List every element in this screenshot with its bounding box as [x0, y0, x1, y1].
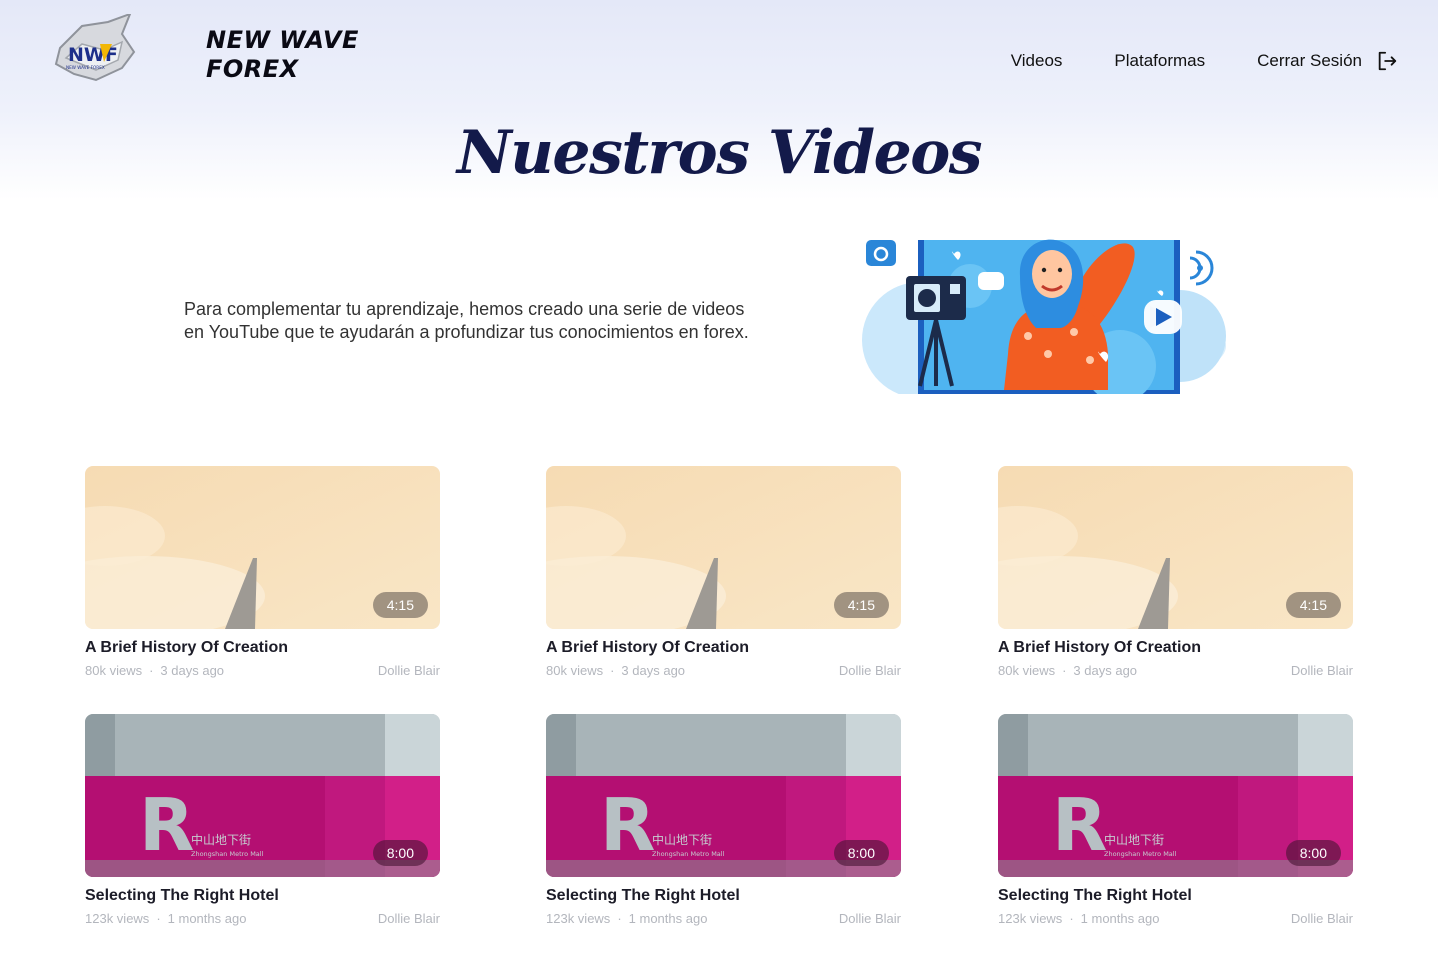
duration-badge: 8:00	[1285, 840, 1341, 866]
thumb-en: Zhongshan Metro Mall	[1104, 850, 1177, 858]
video-title[interactable]: Selecting The Right Hotel	[85, 887, 440, 905]
video-card[interactable]: R 中山地下街 Zhongshan Metro Mall 8:00 Selecti…	[546, 714, 901, 926]
upload-age: 3 days ago	[621, 663, 686, 678]
video-thumbnail[interactable]: 4:15	[546, 466, 901, 629]
separator-dot: ·	[610, 663, 615, 678]
upload-age: 1 months ago	[167, 911, 247, 926]
video-meta: 123k views · 1 months ago Dollie Blair	[998, 911, 1353, 926]
video-author[interactable]: Dollie Blair	[1291, 911, 1353, 926]
brand-logo[interactable]: NWF NEW WAVE FOREX	[52, 12, 138, 84]
video-thumbnail[interactable]: R 中山地下街 Zhongshan Metro Mall 8:00	[998, 714, 1353, 877]
logout-label: Cerrar Sesión	[1257, 51, 1362, 70]
video-card[interactable]: 4:15 A Brief History Of Creation 80k views…	[546, 466, 901, 678]
video-meta: 80k views · 3 days ago Dollie Blair	[85, 663, 440, 678]
view-count: 123k views	[998, 911, 1063, 926]
page-title: Nuestros Videos	[456, 118, 983, 188]
duration-badge: 8:00	[833, 840, 889, 866]
duration-badge: 4:15	[372, 592, 428, 618]
video-title[interactable]: A Brief History Of Creation	[85, 639, 440, 657]
video-meta: 123k views · 1 months ago Dollie Blair	[546, 911, 901, 926]
duration-badge: 4:15	[1285, 592, 1341, 618]
video-thumbnail[interactable]: R 中山地下街 Zhongshan Metro Mall 8:00	[546, 714, 901, 877]
separator-dot: ·	[156, 911, 161, 926]
view-count: 80k views	[85, 663, 143, 678]
view-count: 123k views	[85, 911, 150, 926]
intro-line-1: Para complementar tu aprendizaje, hemos …	[184, 299, 745, 319]
nav-videos[interactable]: Videos	[1011, 51, 1063, 71]
video-title[interactable]: A Brief History Of Creation	[998, 639, 1353, 657]
video-stats: 80k views · 3 days ago	[998, 663, 1137, 678]
thumb-letter: R	[139, 783, 194, 867]
video-card[interactable]: 4:15 A Brief History Of Creation 80k views…	[998, 466, 1353, 678]
thumb-cn: 中山地下街	[191, 832, 251, 847]
video-author[interactable]: Dollie Blair	[839, 911, 901, 926]
brand-line-1: NEW WAVE	[206, 26, 359, 54]
thumb-en: Zhongshan Metro Mall	[191, 850, 264, 858]
video-title[interactable]: Selecting The Right Hotel	[546, 887, 901, 905]
thumb-letter: R	[1052, 783, 1107, 867]
video-title[interactable]: Selecting The Right Hotel	[998, 887, 1353, 905]
video-card[interactable]: R 中山地下街 Zhongshan Metro Mall 8:00 Selecti…	[998, 714, 1353, 926]
video-thumbnail[interactable]: 4:15	[85, 466, 440, 629]
separator-dot: ·	[1069, 911, 1074, 926]
video-stats: 123k views · 1 months ago	[998, 911, 1159, 926]
video-stats: 80k views · 3 days ago	[546, 663, 685, 678]
logout-icon	[1378, 51, 1397, 71]
separator-dot: ·	[617, 911, 622, 926]
video-author[interactable]: Dollie Blair	[378, 663, 440, 678]
upload-age: 3 days ago	[160, 663, 225, 678]
view-count: 80k views	[546, 663, 604, 678]
site-header: NWF NEW WAVE FOREX NEW WAVE FOREX Videos…	[0, 0, 1438, 110]
video-author[interactable]: Dollie Blair	[378, 911, 440, 926]
video-stats: 123k views · 1 months ago	[85, 911, 246, 926]
thumb-cn: 中山地下街	[1104, 832, 1164, 847]
main-nav: Videos Plataformas Cerrar Sesión	[1011, 48, 1398, 74]
video-thumbnail[interactable]: 4:15	[998, 466, 1353, 629]
brand-name[interactable]: NEW WAVE FOREX	[206, 26, 359, 84]
intro-text: Para complementar tu aprendizaje, hemos …	[184, 298, 804, 344]
logo-subtext: NEW WAVE FOREX	[66, 65, 105, 70]
video-meta: 80k views · 3 days ago Dollie Blair	[546, 663, 901, 678]
nav-platforms[interactable]: Plataformas	[1114, 51, 1205, 71]
logout-button[interactable]: Cerrar Sesión	[1257, 50, 1398, 72]
video-meta: 80k views · 3 days ago Dollie Blair	[998, 663, 1353, 678]
upload-age: 1 months ago	[628, 911, 708, 926]
video-stats: 123k views · 1 months ago	[546, 911, 707, 926]
video-title[interactable]: A Brief History Of Creation	[546, 639, 901, 657]
view-count: 80k views	[998, 663, 1056, 678]
thumb-letter: R	[600, 783, 655, 867]
thumb-en: Zhongshan Metro Mall	[652, 850, 725, 858]
video-card[interactable]: R 中山地下街 Zhongshan Metro Mall 8:00 Selecti…	[85, 714, 440, 926]
separator-dot: ·	[149, 663, 154, 678]
view-count: 123k views	[546, 911, 611, 926]
intro-line-2: en YouTube que te ayudarán a profundizar…	[184, 322, 749, 342]
brand-line-2: FOREX	[206, 55, 299, 83]
video-author[interactable]: Dollie Blair	[839, 663, 901, 678]
video-author[interactable]: Dollie Blair	[1291, 663, 1353, 678]
vlogger-illustration	[860, 236, 1226, 402]
video-stats: 80k views · 3 days ago	[85, 663, 224, 678]
duration-badge: 8:00	[372, 840, 428, 866]
video-card[interactable]: 4:15 A Brief History Of Creation 80k views…	[85, 466, 440, 678]
upload-age: 1 months ago	[1080, 911, 1160, 926]
thumb-cn: 中山地下街	[652, 832, 712, 847]
video-thumbnail[interactable]: R 中山地下街 Zhongshan Metro Mall 8:00	[85, 714, 440, 877]
upload-age: 3 days ago	[1073, 663, 1138, 678]
separator-dot: ·	[1062, 663, 1067, 678]
video-meta: 123k views · 1 months ago Dollie Blair	[85, 911, 440, 926]
duration-badge: 4:15	[833, 592, 889, 618]
